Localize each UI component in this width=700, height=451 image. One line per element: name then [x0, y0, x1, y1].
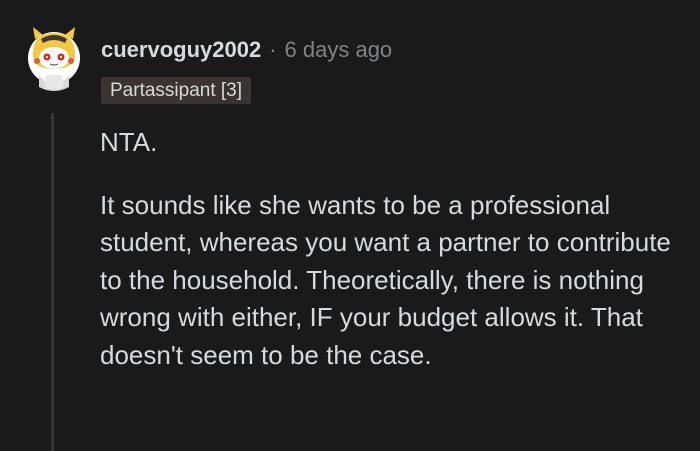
meta-separator: ·: [269, 37, 277, 62]
thread-collapse-line[interactable]: [51, 113, 54, 451]
comment-header: cuervoguy2002 · 6 days ago: [101, 33, 392, 67]
comment-timestamp[interactable]: 6 days ago: [285, 37, 393, 63]
comment: cuervoguy2002 · 6 days ago Partassipant …: [0, 0, 700, 451]
snoo-avatar-icon: [28, 27, 80, 91]
comment-paragraph: It sounds like she wants to be a profess…: [100, 189, 671, 370]
author-username[interactable]: cuervoguy2002: [101, 37, 261, 63]
avatar[interactable]: [25, 25, 83, 93]
user-flair-badge: Partassipant [3]: [101, 77, 252, 104]
comment-paragraph: NTA.: [100, 127, 158, 157]
comment-body: NTA. It sounds like she wants to be a pr…: [100, 124, 685, 399]
